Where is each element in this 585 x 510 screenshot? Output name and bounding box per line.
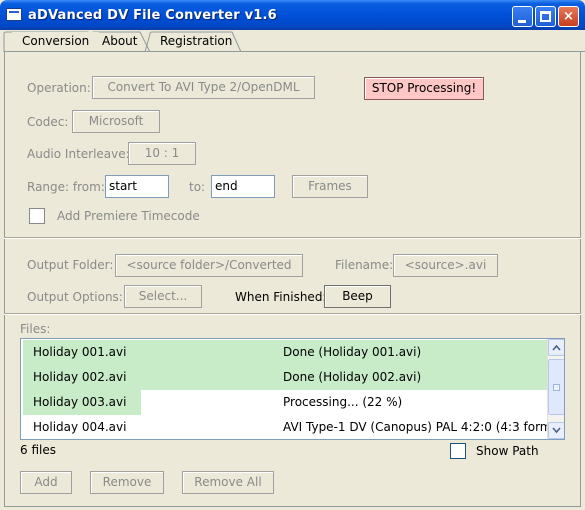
separator — [4, 313, 581, 315]
when-finished-button[interactable]: Beep — [324, 285, 391, 308]
range-from-label: Range: from: — [27, 180, 105, 194]
output-folder-button[interactable]: <source folder>/Converted — [115, 254, 303, 277]
tab-conversion[interactable]: Conversion — [12, 32, 100, 52]
frames-button[interactable]: Frames — [292, 175, 368, 198]
range-to-input[interactable]: end — [211, 175, 275, 198]
file-count: 6 files — [20, 443, 56, 457]
file-name: Holiday 002.avi — [33, 370, 127, 384]
close-button[interactable]: × — [558, 6, 579, 27]
minimize-icon — [518, 20, 526, 23]
add-button[interactable]: Add — [20, 471, 72, 494]
file-status: AVI Type-1 DV (Canopus) PAL 4:2:0 (4:3 f… — [283, 420, 565, 434]
output-folder-label: Output Folder: — [27, 258, 114, 272]
scroll-grip-icon — [553, 384, 560, 391]
chevron-down-icon — [552, 427, 561, 434]
filename-label: Filename: — [335, 258, 394, 272]
operation-label: Operation: — [27, 81, 91, 95]
file-list[interactable]: Holiday 001.avi Done (Holiday 001.avi) H… — [20, 338, 565, 440]
codec-label: Codec: — [27, 115, 69, 129]
audio-interleave-label: Audio Interleave: — [27, 147, 130, 161]
filename-button[interactable]: <source>.avi — [393, 254, 498, 277]
range-to-label: to: — [189, 180, 206, 194]
window-title: aDVanced DV File Converter v1.6 — [28, 8, 277, 23]
tab-registration[interactable]: Registration — [150, 32, 242, 52]
file-name: Holiday 001.avi — [33, 345, 127, 359]
scroll-down-button[interactable] — [548, 422, 564, 439]
separator — [4, 237, 581, 239]
premiere-timecode-label: Add Premiere Timecode — [57, 209, 200, 223]
file-name: Holiday 003.avi — [33, 395, 127, 409]
file-name: Holiday 004.avi — [33, 420, 127, 434]
tab-about[interactable]: About — [92, 32, 147, 52]
tab-strip: Conversion About Registration — [0, 30, 585, 52]
app-icon[interactable] — [6, 8, 22, 21]
file-status: Done (Holiday 001.avi) — [283, 345, 422, 359]
maximize-icon — [540, 11, 551, 22]
file-row[interactable]: Holiday 002.avi Done (Holiday 002.avi) — [21, 365, 548, 390]
codec-button[interactable]: Microsoft — [72, 110, 160, 133]
file-row[interactable]: Holiday 003.avi Processing... (22 %) — [21, 390, 548, 415]
tab-conversion-label: Conversion — [22, 34, 90, 48]
maximize-button[interactable] — [535, 6, 556, 27]
when-finished-label: When Finished: — [235, 290, 327, 304]
file-row[interactable]: Holiday 004.avi AVI Type-1 DV (Canopus) … — [21, 415, 564, 439]
files-label: Files: — [20, 322, 51, 336]
tab-registration-label: Registration — [160, 34, 233, 48]
audio-interleave-button[interactable]: 10 : 1 — [128, 142, 196, 165]
file-row[interactable]: Holiday 001.avi Done (Holiday 001.avi) — [21, 340, 548, 365]
range-from-input[interactable]: start — [105, 175, 169, 198]
premiere-timecode-checkbox[interactable] — [29, 208, 45, 224]
scroll-up-button[interactable] — [548, 339, 564, 356]
stop-processing-button[interactable]: STOP Processing! — [364, 77, 484, 100]
minimize-button[interactable] — [512, 6, 533, 27]
file-status: Done (Holiday 002.avi) — [283, 370, 422, 384]
operation-button[interactable]: Convert To AVI Type 2/OpenDML — [92, 76, 315, 99]
tab-about-label: About — [102, 34, 138, 48]
remove-button[interactable]: Remove — [90, 471, 164, 494]
chevron-up-icon — [552, 344, 561, 351]
output-options-button[interactable]: Select... — [124, 285, 202, 308]
output-options-label: Output Options: — [27, 290, 123, 304]
show-path-label: Show Path — [476, 444, 539, 458]
show-path-checkbox[interactable] — [450, 443, 466, 459]
file-list-scrollbar[interactable] — [547, 339, 564, 439]
scroll-thumb[interactable] — [548, 359, 564, 415]
file-status: Processing... (22 %) — [283, 395, 403, 409]
title-bar[interactable]: aDVanced DV File Converter v1.6 × — [0, 0, 585, 30]
remove-all-button[interactable]: Remove All — [182, 471, 274, 494]
